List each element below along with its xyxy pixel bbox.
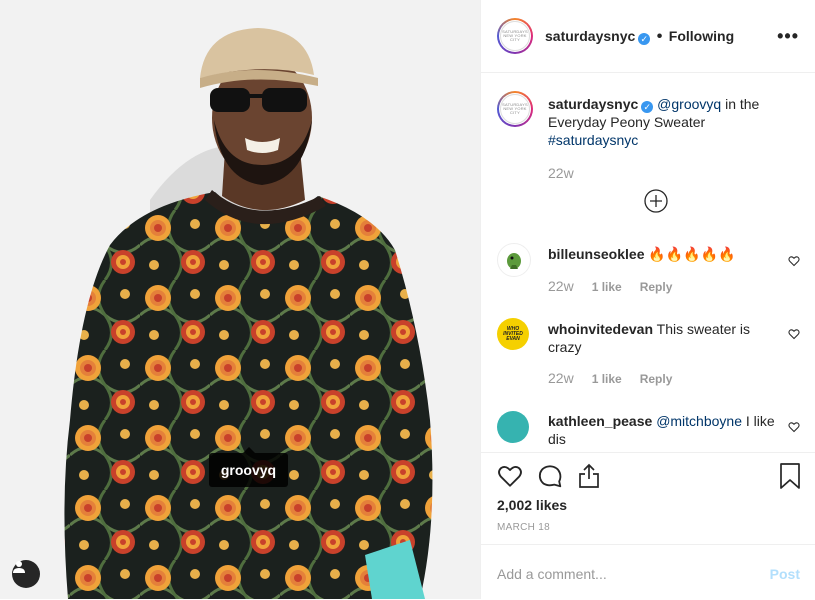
- user-tag-button[interactable]: [12, 560, 40, 588]
- caption-meta: 22w: [548, 165, 592, 181]
- post-header: SATURDAYS NEW YORK CITY saturdaysnyc ✓ • …: [481, 0, 815, 73]
- add-comment-bar: Add a comment... Post: [481, 544, 815, 600]
- caption-hashtag[interactable]: #saturdaysnyc: [548, 132, 638, 148]
- comment-age: 22w: [548, 370, 574, 386]
- caption-avatar[interactable]: SATURDAYS NEW YORK CITY: [497, 91, 533, 127]
- comment-text: whoinvitedevan This sweater is crazy: [548, 320, 778, 356]
- author-username[interactable]: saturdaysnyc: [545, 28, 635, 44]
- load-more-icon[interactable]: [644, 189, 668, 213]
- photo-illustration: [64, 28, 433, 599]
- commenter-avatar[interactable]: [497, 243, 531, 277]
- comment-meta: 22w 1 like Reply: [548, 278, 690, 294]
- post-photo[interactable]: groovyq: [0, 0, 480, 599]
- reply-button[interactable]: Reply: [640, 372, 673, 386]
- share-icon[interactable]: [577, 463, 601, 489]
- author-avatar-logo: SATURDAYS NEW YORK CITY: [500, 21, 530, 51]
- header-separator: •: [656, 28, 663, 45]
- post-actions: 2,002 likes MARCH 18: [481, 452, 815, 545]
- comment-meta: 22w 1 like Reply: [548, 370, 690, 386]
- author-avatar[interactable]: SATURDAYS NEW YORK CITY: [497, 18, 533, 54]
- user-tag-icon: [13, 561, 25, 573]
- likes-count[interactable]: 2,002 likes: [497, 497, 567, 513]
- more-icon[interactable]: •••: [777, 26, 799, 47]
- reply-button[interactable]: Reply: [640, 280, 673, 294]
- following-button[interactable]: Following: [669, 28, 734, 44]
- comment-text: kathleen_pease @mitchboyne I like dis: [548, 412, 778, 448]
- photo-user-tag-label: groovyq: [220, 462, 277, 478]
- caption-avatar-logo: SATURDAYS NEW YORK CITY: [500, 94, 530, 124]
- comments-list: SATURDAYS NEW YORK CITY saturdaysnyc ✓ @g…: [481, 73, 815, 452]
- comment-body: 🔥🔥🔥🔥🔥: [644, 246, 736, 262]
- caption-text: saturdaysnyc ✓ @groovyq in the Everyday P…: [548, 95, 778, 149]
- commenter-avatar[interactable]: [497, 411, 529, 443]
- comment-input[interactable]: Add a comment...: [497, 566, 607, 582]
- post-date: MARCH 18: [497, 522, 550, 533]
- comment-likes[interactable]: 1 like: [592, 280, 622, 294]
- caption-age: 22w: [548, 165, 574, 181]
- heart-icon[interactable]: [788, 328, 800, 340]
- caption-username[interactable]: saturdaysnyc: [548, 96, 638, 112]
- comment-username[interactable]: billeunseoklee: [548, 246, 644, 262]
- verified-icon: ✓: [638, 33, 651, 45]
- heart-icon[interactable]: [788, 255, 800, 267]
- comment-username[interactable]: whoinvitedevan: [548, 321, 653, 337]
- comment-likes[interactable]: 1 like: [592, 372, 622, 386]
- caption-mention[interactable]: @groovyq: [657, 96, 721, 112]
- post-comment-button[interactable]: Post: [770, 566, 800, 582]
- comment-icon[interactable]: [537, 463, 563, 489]
- dino-avatar-icon: [507, 253, 521, 269]
- photo-user-tag[interactable]: groovyq: [209, 447, 288, 487]
- post-side-panel: SATURDAYS NEW YORK CITY saturdaysnyc ✓ • …: [480, 0, 815, 599]
- bookmark-icon[interactable]: [780, 463, 800, 489]
- heart-icon[interactable]: [788, 421, 800, 433]
- comment-mention[interactable]: @mitchboyne: [656, 413, 742, 429]
- verified-icon: ✓: [641, 101, 654, 113]
- heart-icon[interactable]: [497, 463, 523, 489]
- commenter-avatar[interactable]: WHO INVITED EVAN: [497, 318, 529, 350]
- comment-text: billeunseoklee 🔥🔥🔥🔥🔥: [548, 245, 778, 263]
- comment-username[interactable]: kathleen_pease: [548, 413, 652, 429]
- comment-age: 22w: [548, 278, 574, 294]
- instagram-post-view: groovyq SATURDAYS NEW YORK CITY saturday…: [0, 0, 815, 599]
